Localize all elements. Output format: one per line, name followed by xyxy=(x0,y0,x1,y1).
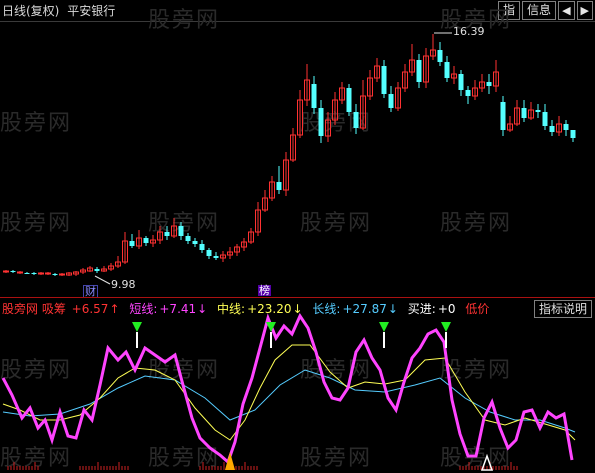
short-line-series xyxy=(1,312,574,465)
buy-arrow-icon xyxy=(379,322,389,332)
mid-line-series xyxy=(2,344,576,441)
buy-arrow-icon xyxy=(132,322,142,332)
long-line-series xyxy=(2,369,576,433)
buy-arrow-icon xyxy=(441,322,451,332)
stock-chart-window: 日线(复权) 平安银行 指 信息 ◀ ▶ 股旁网 股旁网 股旁网 股旁网 股旁网… xyxy=(0,0,595,473)
indicator-chart[interactable] xyxy=(0,0,595,473)
